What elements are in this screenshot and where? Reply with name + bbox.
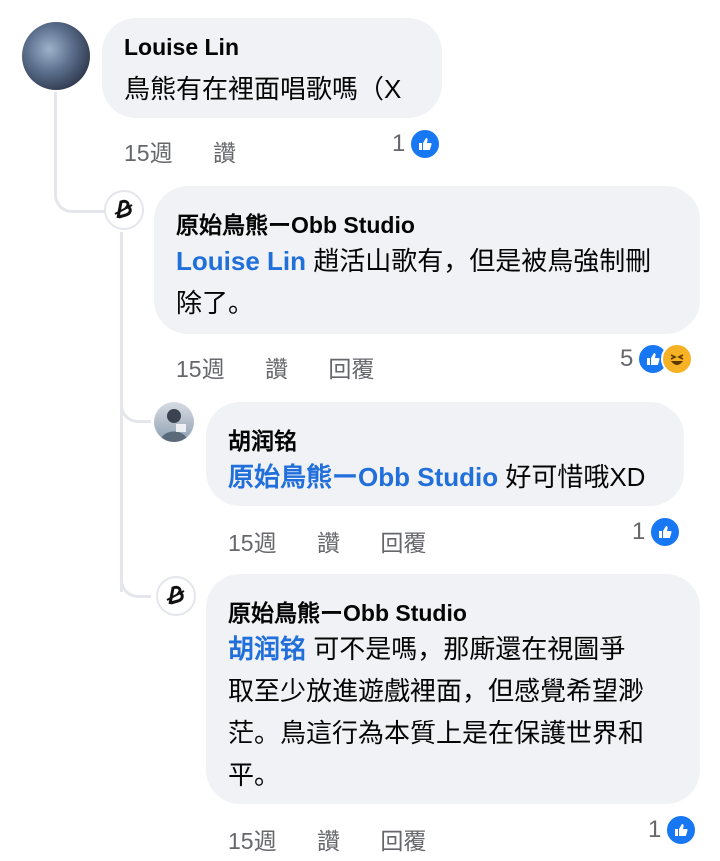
comment-meta: 15週 讚 回覆 [228,524,426,558]
comment-text-line3: 茫。鳥這行為本質上是在保護世界和 [228,718,645,748]
comment-text-line4: 平。 [228,760,281,790]
comment-text-line1: 胡润铭 可不是嗎，那廝還在視圖爭 [228,628,625,671]
reaction-summary[interactable]: 5 [620,343,694,375]
comment-text-line2: 取至少放進遊戲裡面，但感覺希望渺 [228,676,645,706]
comment-text: 趙活山歌有，但是被鳥強制刪 [306,246,652,276]
like-button[interactable]: 讚 [265,350,288,384]
comment-time[interactable]: 15週 [176,350,225,384]
comment-text: 可不是嗎，那廝還在視圖爭 [306,634,626,664]
comment-author[interactable]: 原始鳥熊ーObb Studio [228,594,467,628]
comment-meta: 15週 讚 回覆 [228,822,426,856]
reaction-count: 1 [648,816,662,843]
comment-meta: 15週 讚 [124,134,236,168]
comment-meta: 15週 讚 回覆 [176,350,374,384]
like-icon [649,516,682,548]
mention-link[interactable]: 胡润铭 [228,634,306,664]
comment-time[interactable]: 15週 [228,524,277,558]
reaction-count: 1 [392,130,406,157]
comment-time[interactable]: 15週 [228,822,277,856]
comment-author[interactable]: 胡润铭 [228,422,297,456]
comment-text-line1: 原始鳥熊ーObb Studio 好可惜哦XD [228,456,645,499]
mention-link[interactable]: Louise Lin [176,246,306,276]
reply-button[interactable]: 回覆 [328,350,374,384]
comment-author[interactable]: Louise Lin [124,34,239,61]
reply-button[interactable]: 回覆 [380,822,426,856]
like-icon [409,128,442,160]
thread-curve-reply2 [120,380,151,423]
haha-icon [661,343,694,375]
comment-text-line1: Louise Lin 趙活山歌有，但是被鳥強制刪 [176,240,651,283]
obb-logo-icon[interactable] [104,190,144,230]
reply-button[interactable]: 回覆 [380,524,426,558]
comment-time[interactable]: 15週 [124,134,173,168]
like-button[interactable]: 讚 [317,822,340,856]
thread-curve-reply1 [54,150,105,213]
reaction-count: 1 [632,518,646,545]
comment-text: 好可惜哦XD [498,462,646,492]
reaction-summary[interactable]: 1 [632,516,682,548]
comment-text: 鳥熊有在裡面唱歌嗎（X [124,74,402,104]
reaction-summary[interactable]: 1 [648,814,698,846]
like-icon [665,814,698,846]
comment-author[interactable]: 原始鳥熊ーObb Studio [176,206,415,240]
like-button[interactable]: 讚 [213,134,236,168]
like-button[interactable]: 讚 [317,524,340,558]
comment-text-line2: 除了。 [176,288,255,318]
photo-avatar-icon[interactable] [22,22,90,90]
obb-logo-icon[interactable] [156,576,196,616]
reaction-summary[interactable]: 1 [392,128,442,160]
photo-avatar-icon[interactable] [154,402,194,442]
thread-curve-reply3 [120,555,151,598]
mention-link[interactable]: 原始鳥熊ーObb Studio [228,462,498,492]
reaction-count: 5 [620,345,634,372]
